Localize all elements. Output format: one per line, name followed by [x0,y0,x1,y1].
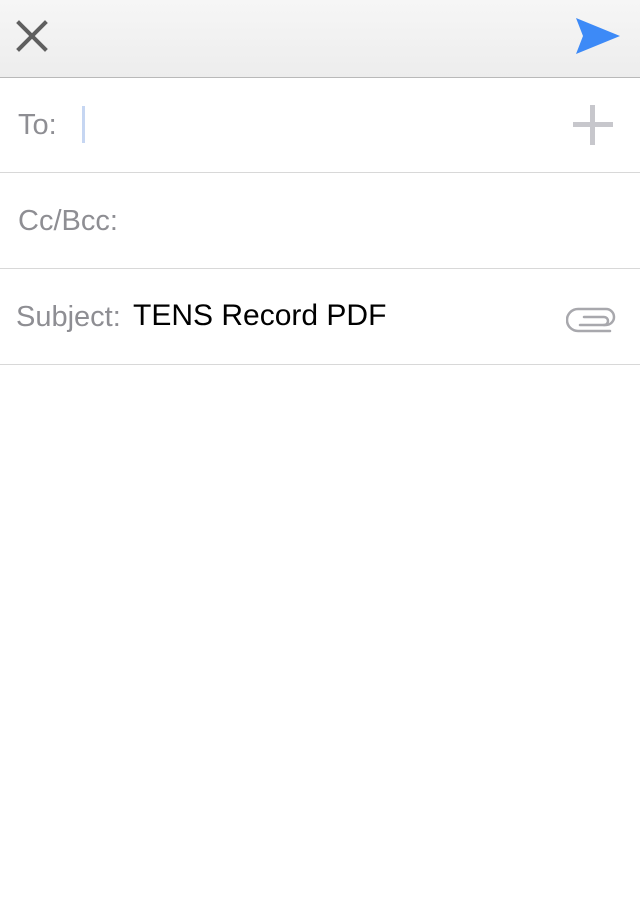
cc-bcc-label: Cc/Bcc: [18,205,118,237]
subject-label: Subject: [16,301,121,333]
send-button[interactable] [574,14,622,58]
text-caret [82,106,85,143]
message-body[interactable] [0,366,640,920]
to-row: To: [0,78,640,173]
cc-bcc-row: Cc/Bcc: [0,174,640,269]
attach-button[interactable] [565,300,618,334]
to-label: To: [18,109,57,141]
plus-icon [573,105,613,145]
close-button[interactable] [10,14,54,58]
subject-input[interactable]: TENS Record PDF [133,270,386,365]
compose-toolbar [0,0,640,78]
add-recipient-button[interactable] [570,102,616,148]
subject-row: Subject: TENS Record PDF [0,270,640,365]
paperclip-icon [565,307,616,333]
to-input[interactable] [90,98,540,152]
send-icon [576,18,620,54]
close-icon [16,20,48,52]
cc-bcc-input[interactable] [140,194,610,248]
